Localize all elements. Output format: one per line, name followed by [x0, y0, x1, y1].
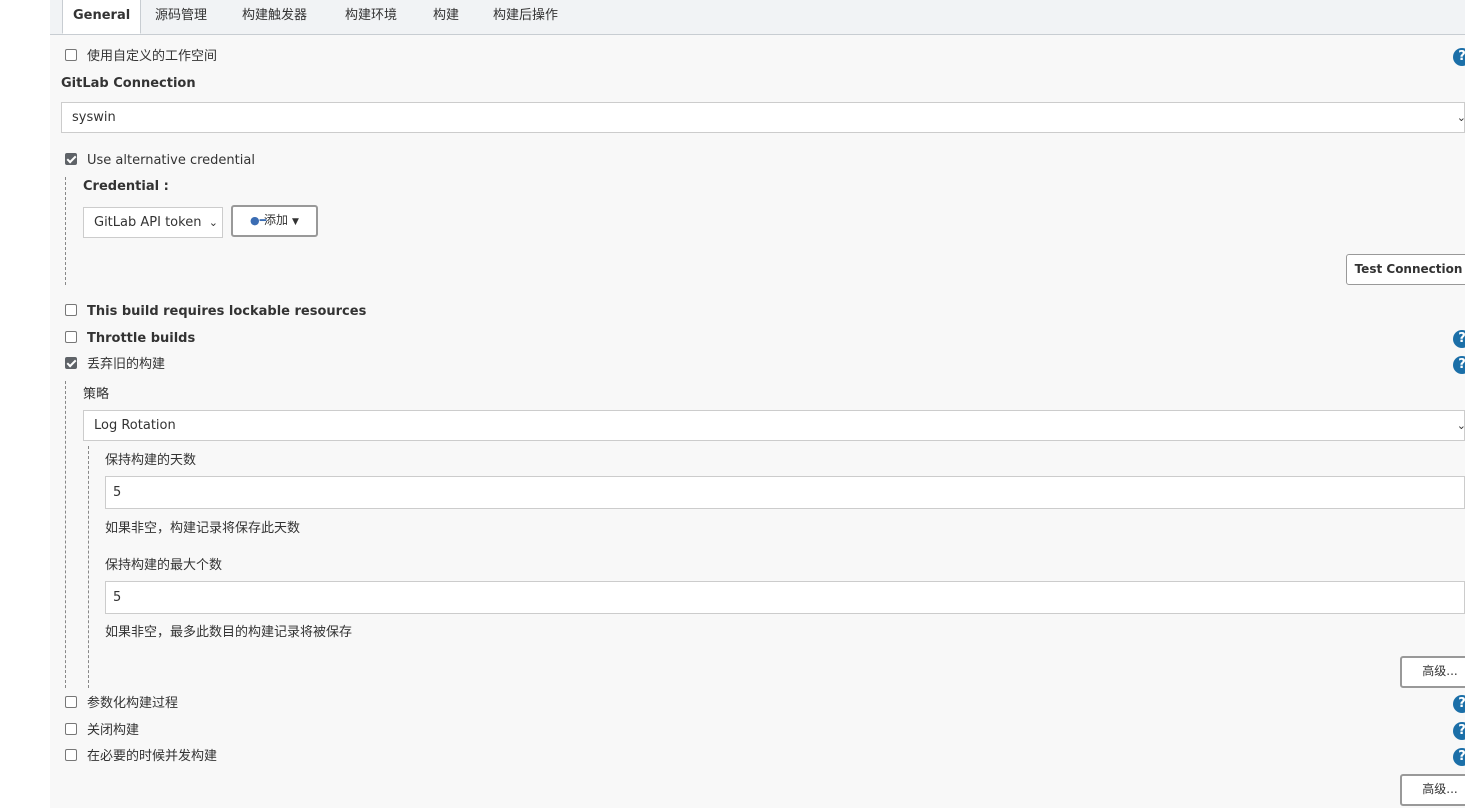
max-builds-label: 保持构建的最大个数: [105, 558, 223, 573]
help-icon[interactable]: ?: [1453, 722, 1465, 740]
strategy-label: 策略: [83, 387, 110, 402]
lockable-option: This build requires lockable resources: [65, 302, 366, 322]
chevron-down-icon: ⌄: [1456, 419, 1465, 432]
days-to-keep-hint: 如果非空，构建记录将保存此天数: [105, 521, 301, 536]
help-icon[interactable]: ?: [1453, 330, 1465, 348]
days-to-keep-input[interactable]: 5: [105, 476, 1465, 509]
left-sidebar: [0, 0, 51, 808]
concurrent-build-label: 在必要的时候并发构建: [87, 749, 218, 764]
tab-build[interactable]: 构建: [433, 0, 459, 34]
chevron-down-icon: ⌄: [208, 216, 218, 229]
gitlab-connection-value: syswin: [72, 110, 116, 125]
throttle-checkbox[interactable]: [65, 330, 77, 343]
alt-credential-checkbox[interactable]: [65, 152, 77, 165]
max-builds-input[interactable]: 5: [105, 581, 1465, 614]
tab-general[interactable]: General: [62, 0, 142, 34]
chevron-down-icon: ⌄: [1456, 111, 1465, 124]
caret-down-icon: ▼: [292, 217, 299, 227]
discard-section-border: [65, 381, 66, 688]
discard-old-option: 丢弃旧的构建: [65, 355, 165, 375]
help-icon[interactable]: ?: [1453, 356, 1465, 374]
credential-label: Credential :: [83, 179, 169, 194]
add-button-label: 添加: [264, 213, 289, 227]
key-icon: ●━: [250, 214, 267, 227]
advanced-button[interactable]: 高级...: [1400, 656, 1465, 688]
credential-section-border: [65, 177, 66, 285]
strategy-value: Log Rotation: [94, 418, 176, 433]
custom-workspace-option: 使用自定义的工作空间: [65, 47, 217, 67]
discard-old-label: 丢弃旧的构建: [87, 357, 166, 372]
tab-source-control[interactable]: 源码管理: [155, 0, 207, 34]
config-panel: General 源码管理 构建触发器 构建环境 构建 构建后操作 使用自定义的工…: [50, 0, 1465, 808]
parameterized-checkbox[interactable]: [65, 695, 77, 708]
strategy-select[interactable]: Log Rotation ⌄: [83, 410, 1465, 441]
lockable-label: This build requires lockable resources: [87, 304, 367, 319]
alt-credential-option: Use alternative credential: [65, 151, 255, 171]
disable-build-checkbox[interactable]: [65, 722, 77, 735]
help-icon[interactable]: ?: [1453, 695, 1465, 713]
days-to-keep-label: 保持构建的天数: [105, 453, 197, 468]
help-icon[interactable]: ?: [1453, 48, 1465, 66]
concurrent-build-option: 在必要的时候并发构建: [65, 747, 217, 767]
throttle-label: Throttle builds: [87, 331, 196, 346]
advanced-button-2[interactable]: 高级...: [1400, 774, 1465, 806]
concurrent-build-checkbox[interactable]: [65, 748, 77, 761]
tab-post-build[interactable]: 构建后操作: [493, 0, 558, 34]
tab-bar: General 源码管理 构建触发器 构建环境 构建 构建后操作: [50, 0, 1465, 35]
disable-build-label: 关闭构建: [87, 723, 140, 738]
add-credential-button[interactable]: ●━添加 ▼: [231, 205, 318, 237]
max-builds-hint: 如果非空，最多此数目的构建记录将被保存: [105, 625, 353, 640]
help-icon[interactable]: ?: [1453, 748, 1465, 766]
credential-value: GitLab API token: [94, 215, 202, 230]
gitlab-connection-select[interactable]: syswin ⌄: [61, 102, 1465, 133]
parameterized-label: 参数化构建过程: [87, 696, 179, 711]
test-connection-button[interactable]: Test Connection: [1346, 254, 1465, 285]
credential-select[interactable]: GitLab API token ⌄: [83, 207, 223, 238]
custom-workspace-label: 使用自定义的工作空间: [87, 49, 218, 64]
lockable-checkbox[interactable]: [65, 303, 77, 316]
tab-build-triggers[interactable]: 构建触发器: [242, 0, 307, 34]
tab-build-environment[interactable]: 构建环境: [345, 0, 397, 34]
custom-workspace-checkbox[interactable]: [65, 48, 77, 61]
log-rotation-section-border: [88, 446, 89, 688]
parameterized-option: 参数化构建过程: [65, 694, 178, 714]
disable-build-option: 关闭构建: [65, 721, 139, 741]
throttle-option: Throttle builds: [65, 329, 195, 349]
discard-old-checkbox[interactable]: [65, 356, 77, 369]
gitlab-connection-label: GitLab Connection: [61, 76, 196, 91]
alt-credential-label: Use alternative credential: [87, 153, 255, 168]
